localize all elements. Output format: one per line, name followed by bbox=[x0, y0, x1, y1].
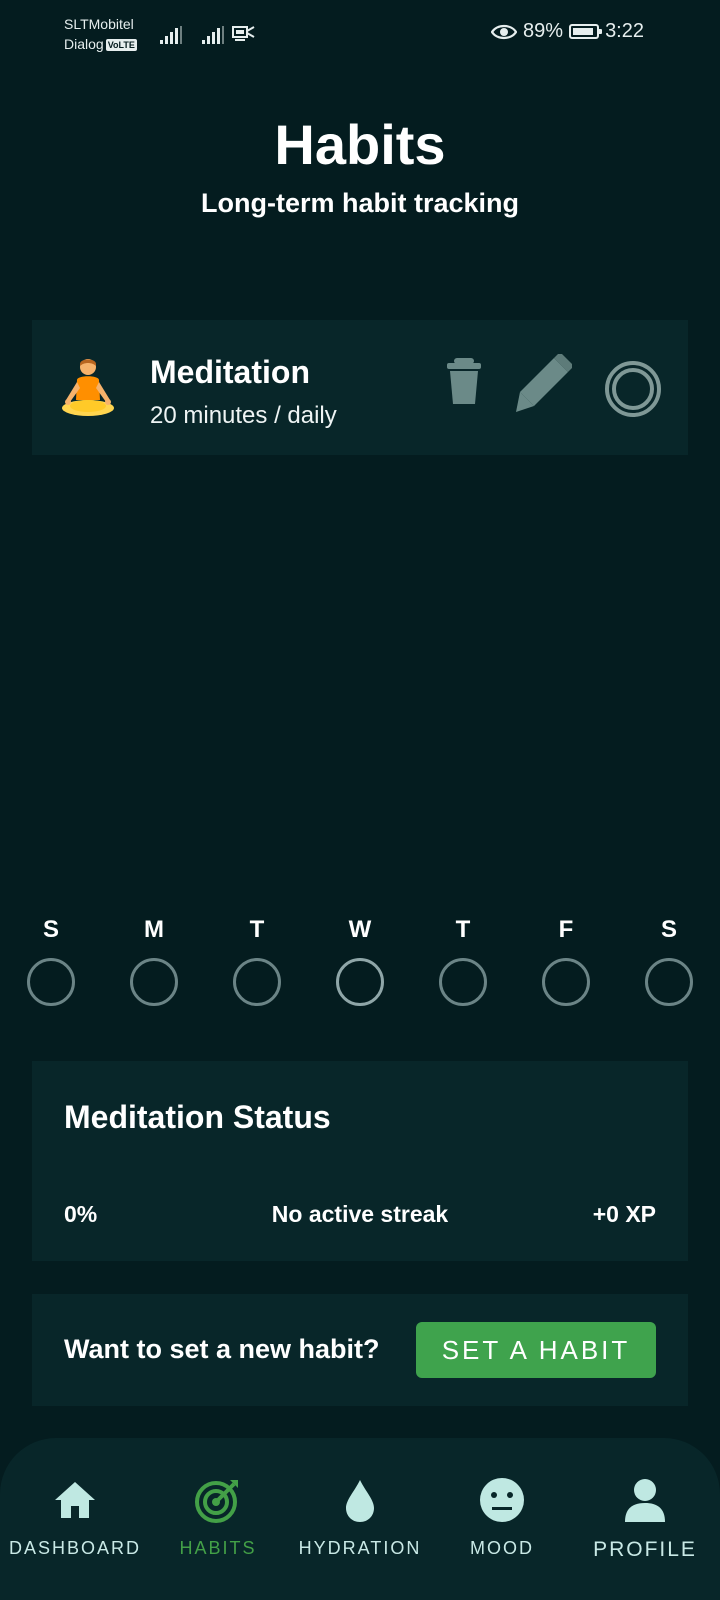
nav-mood[interactable]: MOOD bbox=[432, 1476, 572, 1559]
day-friday[interactable]: F bbox=[536, 916, 596, 1006]
status-stats: 0% No active streak +0 XP bbox=[64, 1201, 656, 1231]
nav-hydration[interactable]: HYDRATION bbox=[290, 1476, 430, 1559]
clock: 3:22 bbox=[605, 20, 644, 42]
day-letter: T bbox=[249, 916, 265, 943]
habit-frequency: 20 minutes / daily bbox=[150, 402, 337, 429]
day-check-circle[interactable] bbox=[27, 958, 75, 1006]
day-check-circle[interactable] bbox=[336, 958, 384, 1006]
day-letter: F bbox=[558, 916, 574, 943]
nav-label: DASHBOARD bbox=[8, 1538, 142, 1558]
day-thursday[interactable]: T bbox=[433, 916, 493, 1006]
new-habit-prompt: Want to set a new habit? bbox=[64, 1334, 380, 1364]
signal-1-icon bbox=[160, 26, 182, 44]
day-check-circle[interactable] bbox=[645, 958, 693, 1006]
day-saturday[interactable]: S bbox=[639, 916, 699, 1006]
carrier-2: Dialog bbox=[64, 36, 104, 52]
day-letter: T bbox=[455, 916, 471, 943]
neutral-face-icon bbox=[480, 1478, 524, 1522]
battery-percent: 89% bbox=[523, 20, 564, 42]
habit-card[interactable]: Meditation 20 minutes / daily bbox=[32, 320, 688, 455]
edit-pencil-icon[interactable] bbox=[512, 354, 572, 414]
page-subtitle: Long-term habit tracking bbox=[200, 188, 519, 218]
xp-value: +0 XP bbox=[592, 1201, 656, 1227]
status-bar: SLTMobitel Dialog VoLTE 89% 3:22 bbox=[0, 0, 720, 80]
day-letter: W bbox=[348, 916, 372, 943]
set-habit-button[interactable]: SET A HABIT bbox=[416, 1322, 656, 1378]
nav-label: HYDRATION bbox=[298, 1538, 422, 1558]
volte-badge: VoLTE bbox=[105, 39, 137, 52]
complete-ring-icon[interactable] bbox=[604, 360, 662, 418]
new-habit-card: Want to set a new habit? SET A HABIT bbox=[32, 1294, 688, 1406]
signal-2-icon bbox=[202, 26, 224, 44]
bottom-navigation: DASHBOARD HABITS HYDRATION MOOD PROFILE bbox=[0, 1438, 720, 1600]
water-drop-icon bbox=[346, 1480, 374, 1522]
carrier-info: SLTMobitel Dialog VoLTE bbox=[64, 14, 137, 54]
day-monday[interactable]: M bbox=[124, 916, 184, 1006]
nav-label: PROFILE bbox=[593, 1538, 697, 1561]
week-tracker: S M T W T F S bbox=[0, 916, 720, 1016]
nav-profile[interactable]: PROFILE bbox=[575, 1476, 715, 1562]
day-check-circle[interactable] bbox=[233, 958, 281, 1006]
habit-status-card: Meditation Status 0% No active streak +0… bbox=[32, 1061, 688, 1261]
day-check-circle[interactable] bbox=[542, 958, 590, 1006]
day-tuesday[interactable]: T bbox=[227, 916, 287, 1006]
habit-name: Meditation bbox=[150, 354, 310, 390]
carrier-1: SLTMobitel bbox=[64, 16, 134, 32]
home-icon bbox=[55, 1482, 95, 1518]
status-title: Meditation Status bbox=[64, 1099, 331, 1135]
meditation-emoji-icon bbox=[62, 359, 114, 416]
person-icon bbox=[625, 1479, 665, 1522]
battery-icon bbox=[569, 24, 603, 39]
trash-icon[interactable] bbox=[444, 356, 484, 406]
nav-label: HABITS bbox=[179, 1538, 257, 1558]
nav-habits[interactable]: HABITS bbox=[148, 1476, 288, 1559]
page-title: Habits bbox=[274, 113, 446, 176]
eye-comfort-icon bbox=[491, 24, 518, 39]
day-check-circle[interactable] bbox=[130, 958, 178, 1006]
day-sunday[interactable]: S bbox=[21, 916, 81, 1006]
day-check-circle[interactable] bbox=[439, 958, 487, 1006]
system-indicators: 89% 3:22 bbox=[491, 20, 644, 43]
day-letter: M bbox=[144, 916, 164, 943]
streak-status: No active streak bbox=[271, 1201, 449, 1227]
nav-label: MOOD bbox=[470, 1538, 534, 1558]
target-icon bbox=[195, 1480, 238, 1523]
day-wednesday[interactable]: W bbox=[330, 916, 390, 1006]
day-letter: S bbox=[42, 916, 59, 943]
screen-cast-icon bbox=[232, 26, 255, 41]
day-letter: S bbox=[660, 916, 677, 943]
nav-dashboard[interactable]: DASHBOARD bbox=[5, 1476, 145, 1559]
